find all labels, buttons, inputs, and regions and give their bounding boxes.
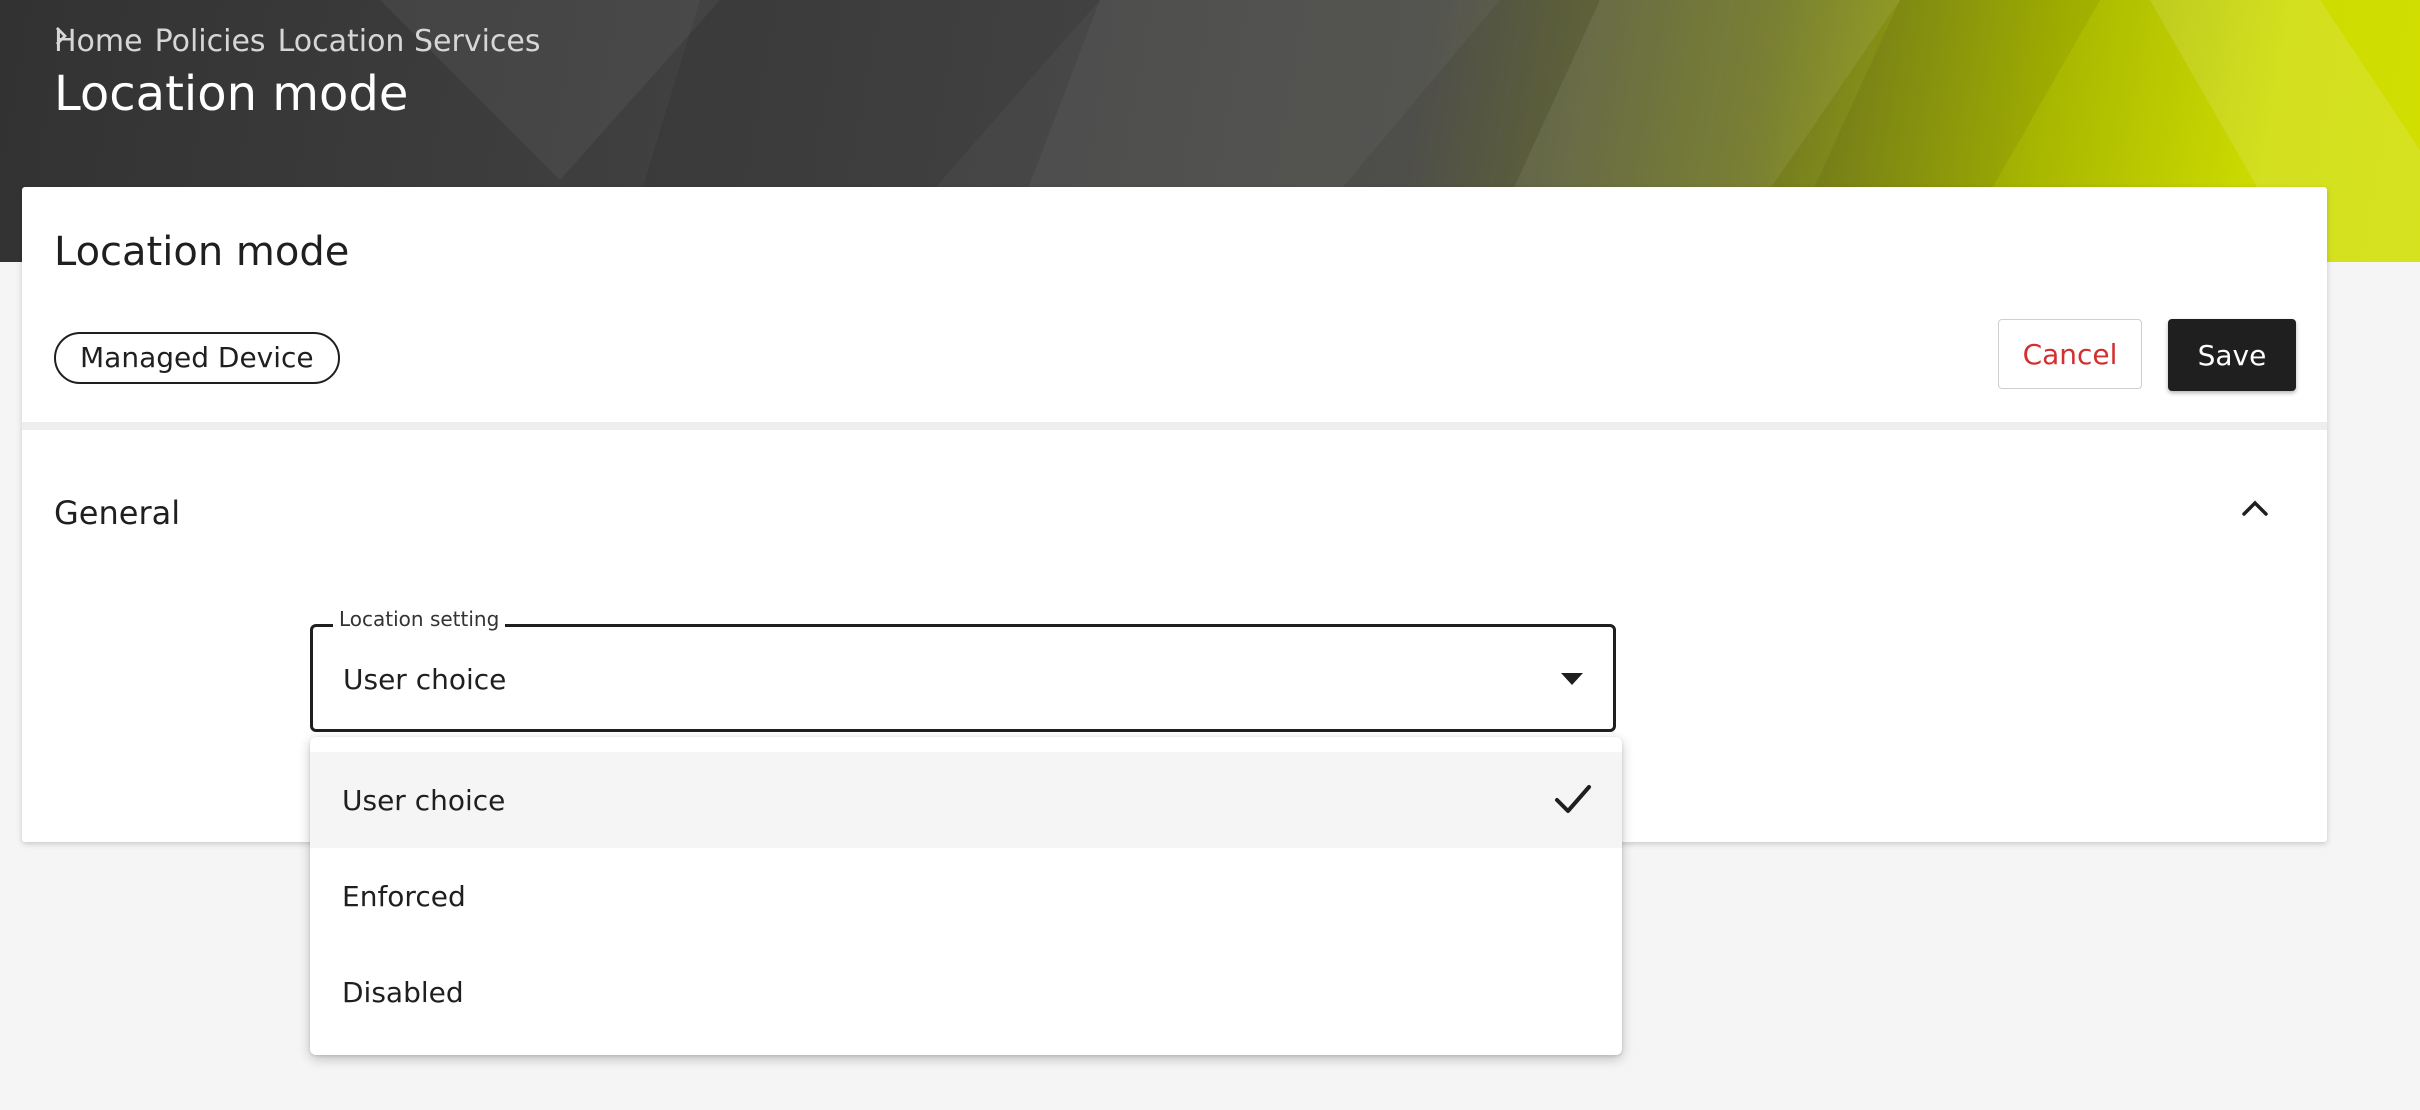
save-button[interactable]: Save bbox=[2168, 319, 2296, 391]
managed-device-chip: Managed Device bbox=[54, 332, 340, 384]
check-icon bbox=[1555, 785, 1591, 813]
cancel-button[interactable]: Cancel bbox=[1998, 319, 2142, 389]
collapse-section-button[interactable] bbox=[2232, 485, 2278, 531]
location-setting-label: Location setting bbox=[333, 607, 506, 631]
breadcrumb-location-services[interactable]: Location Services bbox=[278, 24, 541, 59]
location-setting-select[interactable]: Location setting User choice bbox=[310, 607, 1616, 732]
menu-item-label: User choice bbox=[342, 783, 506, 817]
breadcrumb: Home Policies Location Services bbox=[54, 24, 541, 59]
chevron-right-icon bbox=[56, 27, 67, 45]
page-title: Location mode bbox=[54, 66, 409, 122]
breadcrumb-policies[interactable]: Policies bbox=[155, 24, 266, 59]
card-title: Location mode bbox=[54, 229, 350, 275]
section-title-general: General bbox=[54, 494, 181, 532]
dropdown-arrow-icon bbox=[1561, 673, 1583, 685]
menu-item-label: Disabled bbox=[342, 975, 464, 1009]
menu-item-enforced[interactable]: Enforced bbox=[310, 848, 1622, 944]
chevron-up-icon bbox=[2242, 500, 2268, 516]
menu-item-label: Enforced bbox=[342, 879, 466, 913]
menu-item-user-choice[interactable]: User choice bbox=[310, 752, 1622, 848]
location-setting-value: User choice bbox=[343, 663, 507, 696]
menu-item-disabled[interactable]: Disabled bbox=[310, 944, 1622, 1040]
divider bbox=[22, 422, 2327, 430]
location-setting-menu: User choice Enforced Disabled bbox=[310, 737, 1622, 1055]
